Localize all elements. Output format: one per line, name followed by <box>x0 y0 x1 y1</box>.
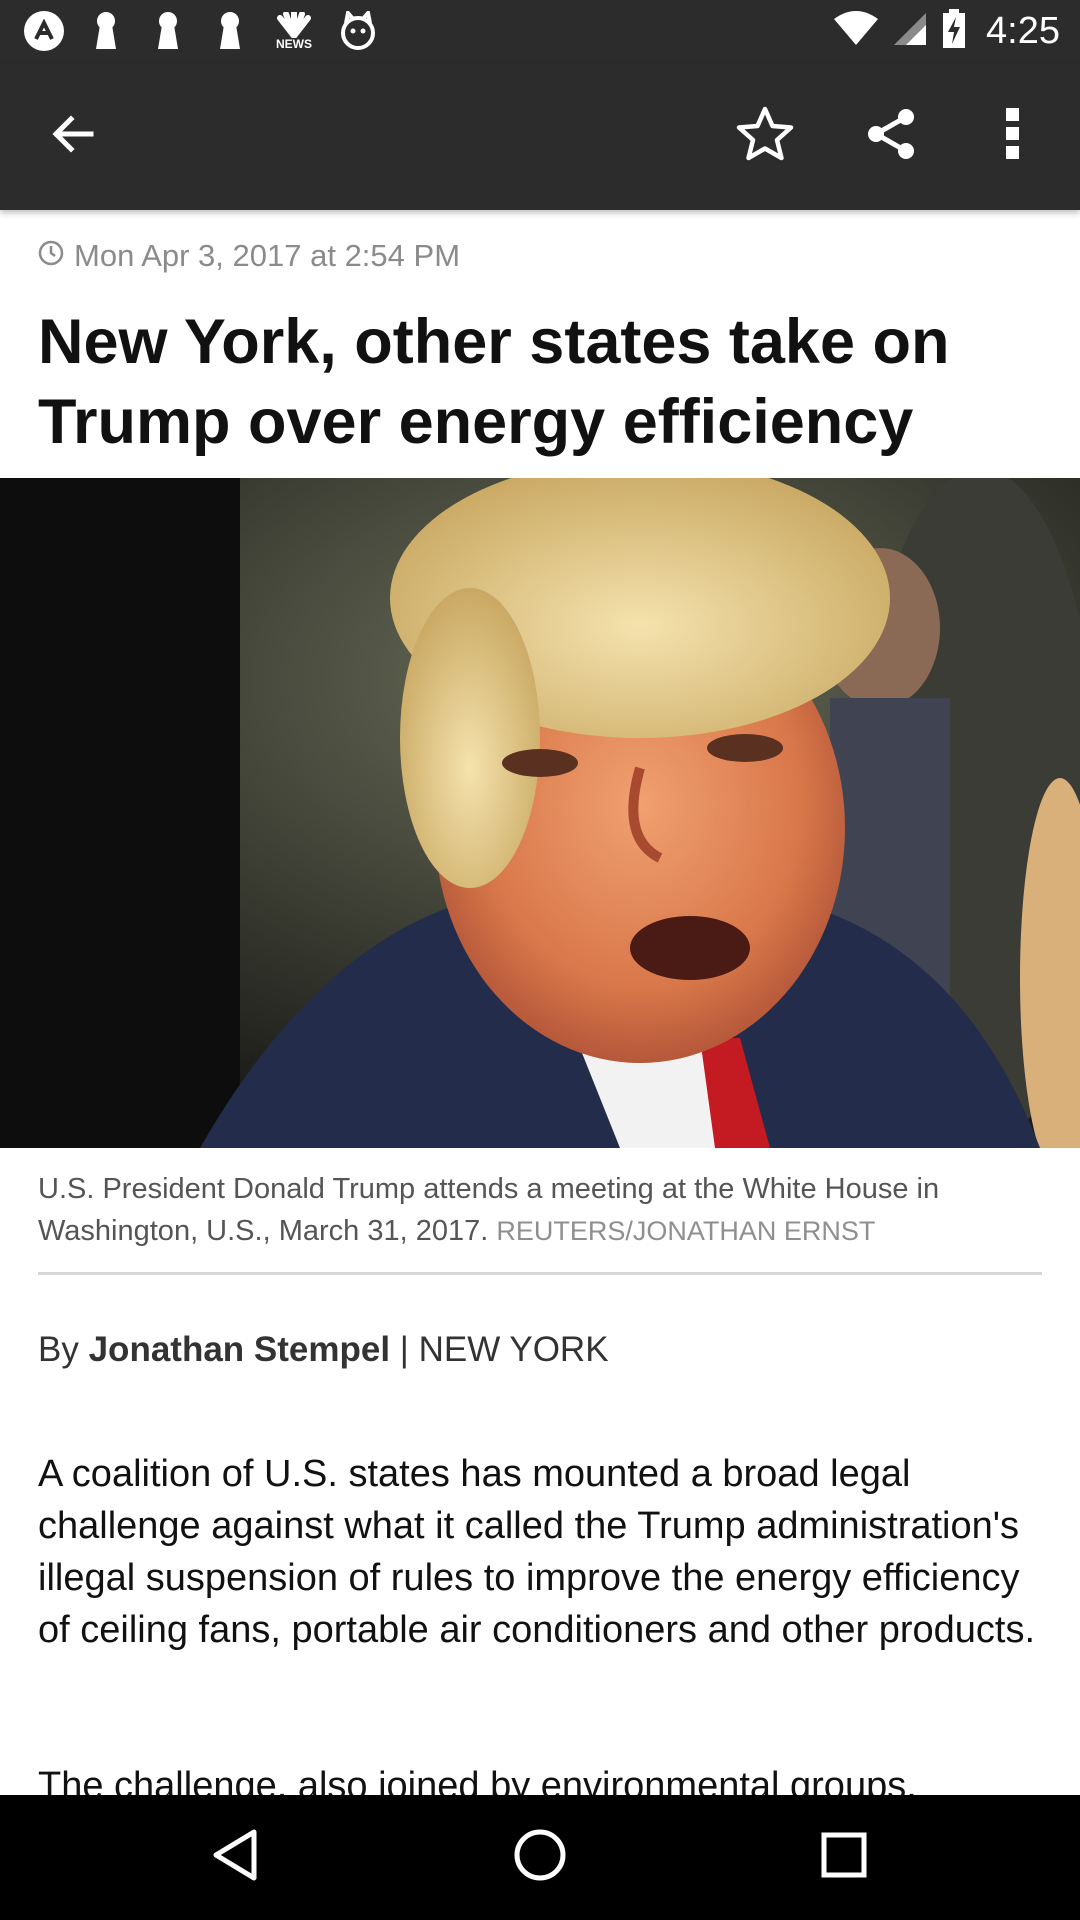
notification-icons: NEWS <box>22 8 380 54</box>
byline: By Jonathan Stempel | NEW YORK <box>38 1330 609 1370</box>
nbc-news-label: NEWS <box>276 37 312 51</box>
article-hero-image[interactable] <box>0 478 1080 1148</box>
nav-home-button[interactable] <box>460 1795 620 1920</box>
article-paragraph: A coalition of U.S. states has mounted a… <box>38 1453 1036 1651</box>
timestamp-text: Mon Apr 3, 2017 at 2:54 PM <box>74 238 461 273</box>
nbc-news-icon: NEWS <box>270 9 318 53</box>
system-indicators: 4:25 <box>834 8 1060 54</box>
article-headline: New York, other states take on Trump ove… <box>38 307 950 457</box>
caption-divider <box>38 1272 1042 1275</box>
share-button[interactable] <box>836 63 946 210</box>
app-icon <box>22 9 66 53</box>
image-caption: U.S. President Donald Trump attends a me… <box>38 1168 1048 1252</box>
article-paragraph: The challenge, also joined by environmen… <box>38 1765 917 1795</box>
keyhole-icon <box>84 9 128 53</box>
app-bar <box>0 63 1080 210</box>
bookmark-button[interactable] <box>710 63 820 210</box>
back-button[interactable] <box>18 63 128 210</box>
keyhole-icon <box>208 9 252 53</box>
photo-credit: REUTERS/JONATHAN ERNST <box>496 1216 876 1246</box>
system-nav-bar <box>0 1795 1080 1920</box>
status-bar: NEWS 4:25 <box>0 0 1080 63</box>
article-timestamp: Mon Apr 3, 2017 at 2:54 PM <box>38 236 460 276</box>
dateline-location: NEW YORK <box>418 1330 609 1369</box>
byline-prefix: By <box>38 1330 79 1369</box>
cat-icon <box>336 9 380 53</box>
nav-home-icon <box>513 1828 567 1887</box>
overflow-menu-button[interactable] <box>958 63 1068 210</box>
clock-icon <box>38 238 64 274</box>
nav-back-icon <box>210 1828 260 1887</box>
clock: 4:25 <box>986 9 1060 52</box>
more-vert-icon <box>1003 107 1023 166</box>
back-arrow-icon <box>49 110 97 163</box>
keyhole-icon <box>146 9 190 53</box>
byline-separator: | <box>399 1330 409 1369</box>
battery-charging-icon <box>942 8 966 54</box>
hero-photo <box>0 478 1080 1148</box>
nav-recents-button[interactable] <box>764 1795 924 1920</box>
star-outline-icon <box>735 105 795 168</box>
nav-recents-icon <box>820 1831 868 1884</box>
author-name[interactable]: Jonathan Stempel <box>89 1330 390 1369</box>
nav-back-button[interactable] <box>155 1795 315 1920</box>
wifi-icon <box>834 10 879 52</box>
share-icon <box>864 107 918 166</box>
article-content[interactable]: Mon Apr 3, 2017 at 2:54 PM New York, oth… <box>0 210 1080 1795</box>
signal-icon <box>892 11 928 52</box>
